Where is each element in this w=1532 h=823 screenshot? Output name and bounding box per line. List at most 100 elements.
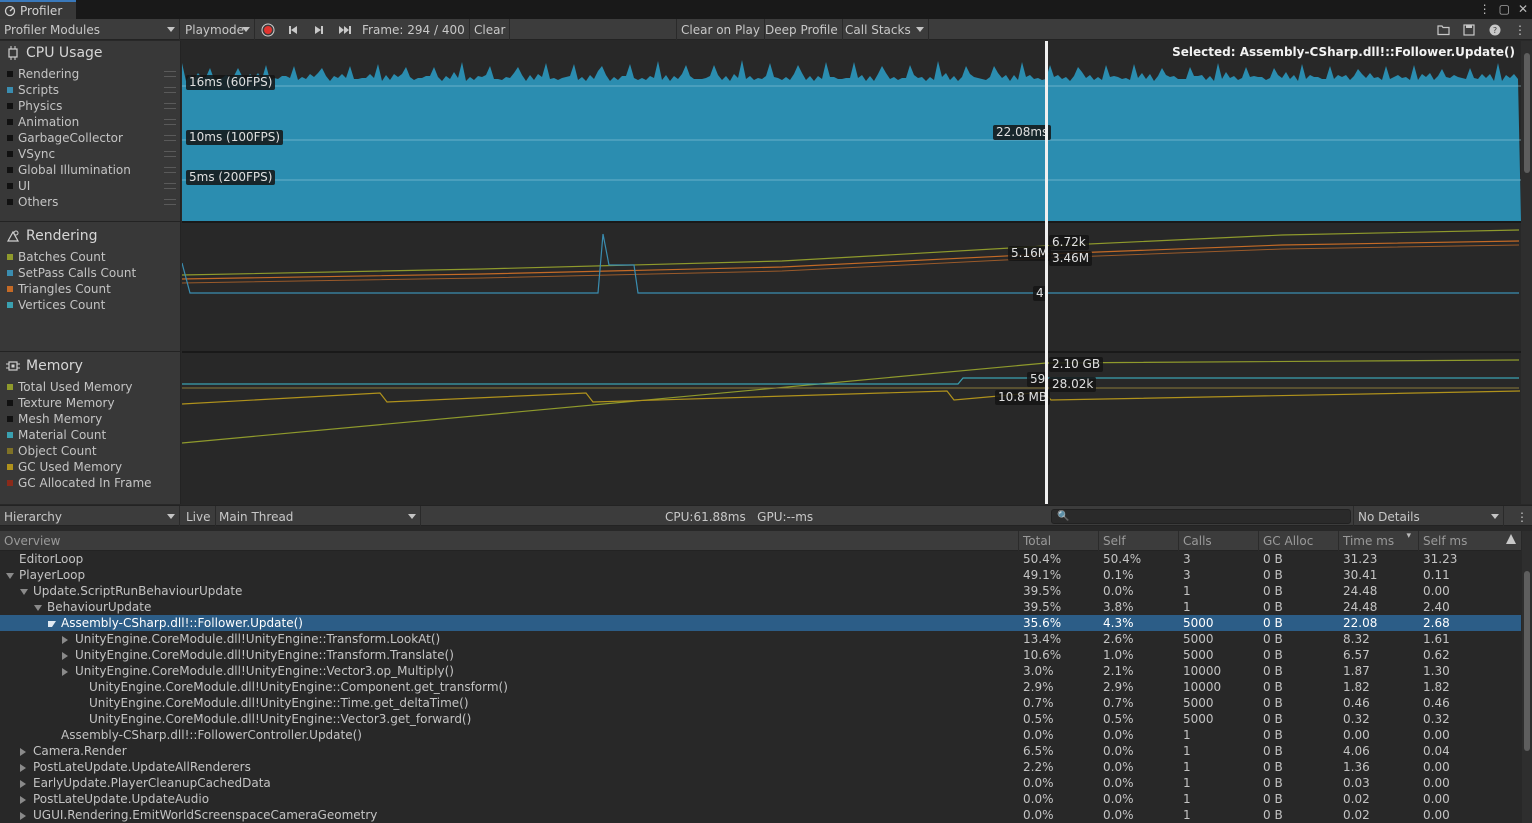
scrollbar-thumb[interactable]: [1524, 571, 1530, 751]
table-row[interactable]: Assembly-CSharp.dll!::FollowerController…: [0, 727, 1521, 743]
expand-pane-icon[interactable]: [1506, 534, 1516, 544]
legend-item-rendering[interactable]: Triangles Count: [0, 281, 180, 297]
collapsed-arrow-icon[interactable]: [62, 636, 68, 644]
table-row[interactable]: Camera.Render 6.5% 0.0% 1 0 B 4.06 0.04: [0, 743, 1521, 759]
legend-swatch[interactable]: [7, 416, 13, 422]
legend-swatch[interactable]: [7, 119, 13, 125]
column-self-ms[interactable]: Self ms: [1418, 531, 1521, 551]
legend-swatch[interactable]: [7, 151, 13, 157]
hierarchy-scrollbar[interactable]: [1522, 531, 1532, 823]
profiler-charts[interactable]: 16ms (60FPS) 10ms (100FPS) 5ms (200FPS) …: [182, 41, 1521, 504]
legend-swatch[interactable]: [7, 286, 13, 292]
memory-module-header[interactable]: Memory: [0, 357, 83, 375]
load-button[interactable]: [1432, 19, 1456, 40]
legend-item-cpu[interactable]: Animation: [0, 114, 180, 130]
drag-handle-icon[interactable]: [164, 71, 176, 77]
legend-item-memory[interactable]: Material Count: [0, 427, 180, 443]
thread-dropdown[interactable]: Main Thread: [215, 506, 421, 527]
legend-swatch[interactable]: [7, 480, 13, 486]
table-row[interactable]: UnityEngine.CoreModule.dll!UnityEngine::…: [0, 631, 1521, 647]
legend-item-cpu[interactable]: Global Illumination: [0, 162, 180, 178]
collapsed-arrow-icon[interactable]: [20, 812, 26, 820]
drag-handle-icon[interactable]: [164, 199, 176, 205]
legend-swatch[interactable]: [7, 87, 13, 93]
legend-item-rendering[interactable]: SetPass Calls Count: [0, 265, 180, 281]
drag-handle-icon[interactable]: [164, 135, 176, 141]
expanded-arrow-icon[interactable]: [48, 621, 56, 627]
drag-handle-icon[interactable]: [164, 119, 176, 125]
collapsed-arrow-icon[interactable]: [62, 652, 68, 660]
table-row[interactable]: UGUI.Rendering.EmitWorldScreenspaceCamer…: [0, 807, 1521, 823]
legend-swatch[interactable]: [7, 103, 13, 109]
table-row[interactable]: PostLateUpdate.UpdateAllRenderers 2.2% 0.0…: [0, 759, 1521, 775]
legend-swatch[interactable]: [7, 384, 13, 390]
table-row[interactable]: BehaviourUpdate 39.5% 3.8% 1 0 B 24.48 2.40: [0, 599, 1521, 615]
legend-swatch[interactable]: [7, 270, 13, 276]
legend-item-cpu[interactable]: Scripts: [0, 82, 180, 98]
expanded-arrow-icon[interactable]: [6, 573, 14, 579]
expanded-arrow-icon[interactable]: [34, 605, 42, 611]
charts-scrollbar[interactable]: [1521, 41, 1532, 504]
view-type-dropdown[interactable]: Hierarchy: [0, 506, 180, 527]
legend-swatch[interactable]: [7, 464, 13, 470]
table-row[interactable]: UnityEngine.CoreModule.dll!UnityEngine::…: [0, 711, 1521, 727]
table-row-selected[interactable]: Assembly-CSharp.dll!::Follower.Update() 3…: [0, 615, 1521, 631]
deep-profile-button[interactable]: Deep Profile: [761, 19, 843, 40]
legend-swatch[interactable]: [7, 302, 13, 308]
table-row[interactable]: UnityEngine.CoreModule.dll!UnityEngine::…: [0, 679, 1521, 695]
legend-swatch[interactable]: [7, 254, 13, 260]
drag-handle-icon[interactable]: [164, 87, 176, 93]
clear-on-play-button[interactable]: Clear on Play: [676, 19, 765, 40]
table-row[interactable]: PlayerLoop 49.1% 0.1% 3 0 B 30.41 0.11: [0, 567, 1521, 583]
playmode-dropdown[interactable]: Playmode: [181, 19, 255, 40]
collapsed-arrow-icon[interactable]: [20, 764, 26, 772]
legend-item-cpu[interactable]: Physics: [0, 98, 180, 114]
toolbar-more-icon[interactable]: ⋮: [1508, 19, 1532, 40]
scrollbar-thumb[interactable]: [1524, 53, 1530, 173]
table-row[interactable]: PostLateUpdate.UpdateAudio 0.0% 0.0% 1 0 B 0.…: [0, 791, 1521, 807]
previous-frame-button[interactable]: [281, 19, 305, 40]
record-button[interactable]: [256, 19, 280, 40]
legend-item-memory[interactable]: GC Used Memory: [0, 459, 180, 475]
legend-item-cpu[interactable]: GarbageCollector: [0, 130, 180, 146]
collapsed-arrow-icon[interactable]: [20, 796, 26, 804]
drag-handle-icon[interactable]: [164, 151, 176, 157]
save-button[interactable]: [1457, 19, 1481, 40]
table-row[interactable]: EditorLoop 50.4% 50.4% 3 0 B 31.23 31.23: [0, 551, 1521, 567]
legend-swatch[interactable]: [7, 400, 13, 406]
legend-swatch[interactable]: [7, 432, 13, 438]
legend-item-cpu[interactable]: Rendering: [0, 66, 180, 82]
search-field[interactable]: 🔍: [1051, 509, 1351, 524]
legend-swatch[interactable]: [7, 71, 13, 77]
column-calls[interactable]: Calls: [1178, 531, 1257, 551]
table-row[interactable]: UnityEngine.CoreModule.dll!UnityEngine::…: [0, 695, 1521, 711]
column-self[interactable]: Self: [1098, 531, 1177, 551]
legend-item-cpu[interactable]: VSync: [0, 146, 180, 162]
expanded-arrow-icon[interactable]: [20, 589, 28, 595]
column-time-ms[interactable]: Time ms ▾: [1338, 531, 1417, 551]
legend-swatch[interactable]: [7, 167, 13, 173]
collapsed-arrow-icon[interactable]: [20, 780, 26, 788]
legend-item-memory[interactable]: Object Count: [0, 443, 180, 459]
more-options-icon[interactable]: ⋮: [1479, 2, 1491, 16]
legend-item-rendering[interactable]: Vertices Count: [0, 297, 180, 313]
collapsed-arrow-icon[interactable]: [62, 668, 68, 676]
legend-swatch[interactable]: [7, 199, 13, 205]
collapsed-arrow-icon[interactable]: [20, 748, 26, 756]
profiler-modules-dropdown[interactable]: Profiler Modules: [0, 19, 180, 40]
clear-button[interactable]: Clear: [469, 19, 511, 40]
table-row[interactable]: UnityEngine.CoreModule.dll!UnityEngine::…: [0, 663, 1521, 679]
column-total[interactable]: Total: [1018, 531, 1097, 551]
profiler-tab[interactable]: Profiler: [0, 0, 76, 19]
selected-frame-marker[interactable]: [1045, 41, 1048, 504]
help-button[interactable]: ?: [1483, 19, 1507, 40]
legend-swatch[interactable]: [7, 448, 13, 454]
legend-item-memory[interactable]: Mesh Memory: [0, 411, 180, 427]
legend-item-cpu[interactable]: UI: [0, 178, 180, 194]
live-toggle[interactable]: Live: [182, 506, 216, 527]
legend-item-rendering[interactable]: Batches Count: [0, 249, 180, 265]
legend-item-memory[interactable]: Total Used Memory: [0, 379, 180, 395]
legend-swatch[interactable]: [7, 183, 13, 189]
drag-handle-icon[interactable]: [164, 167, 176, 173]
drag-handle-icon[interactable]: [164, 183, 176, 189]
